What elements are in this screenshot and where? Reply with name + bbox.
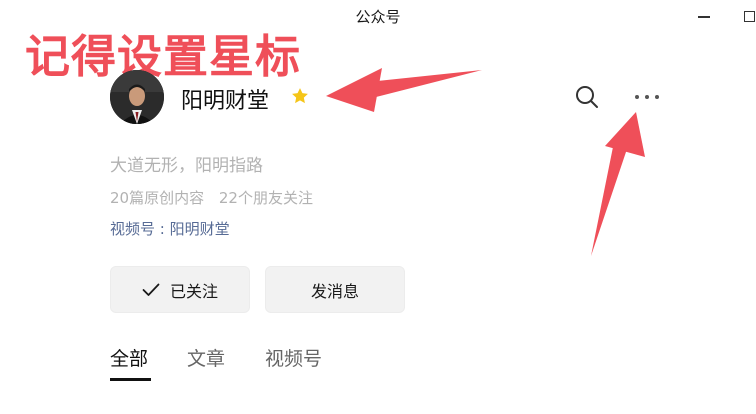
account-stats: 20篇原创内容 22个朋友关注	[110, 187, 323, 208]
arrow-to-more	[591, 112, 645, 256]
tab-articles[interactable]: 文章	[187, 344, 225, 371]
active-tab-indicator	[110, 378, 151, 381]
account-slogan: 大道无形，阳明指路	[110, 156, 263, 176]
checkmark-icon	[142, 283, 160, 296]
followed-button-label: 已关注	[169, 281, 218, 301]
arrow-to-star	[326, 68, 482, 112]
send-message-button[interactable]: 发消息	[265, 266, 405, 313]
minimize-button[interactable]	[690, 4, 718, 28]
send-message-label: 发消息	[310, 281, 359, 301]
tab-all[interactable]: 全部	[110, 344, 148, 371]
annotation-text: 记得设置星标	[25, 30, 302, 83]
avatar[interactable]	[110, 70, 164, 124]
maximize-button[interactable]	[737, 4, 756, 28]
account-name: 阳明财堂	[181, 89, 270, 114]
original-count: 20篇原创内容	[110, 189, 205, 207]
search-icon[interactable]	[574, 84, 600, 110]
tab-videos[interactable]: 视频号	[265, 344, 322, 371]
followed-button[interactable]: 已关注	[110, 266, 250, 313]
channel-link[interactable]: 视频号 : 阳明财堂	[110, 218, 230, 239]
friends-following[interactable]: 22个朋友关注	[219, 189, 313, 207]
star-icon[interactable]	[290, 86, 310, 106]
more-icon[interactable]	[633, 90, 661, 104]
avatar-image	[110, 70, 164, 124]
